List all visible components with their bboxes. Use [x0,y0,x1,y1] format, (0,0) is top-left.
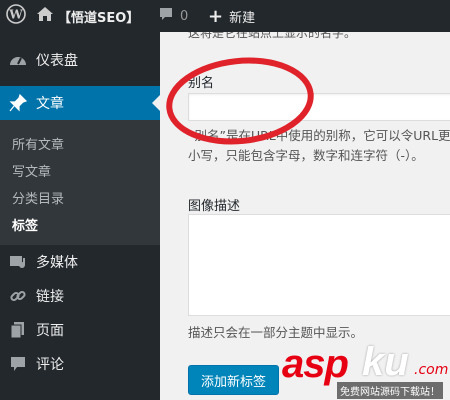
comments-count: 0 [180,8,189,24]
name-field-description: 这将是它在站点上显示的名字。 [188,32,357,40]
watermark-tagline: 免费网站源码下载站！ [337,382,443,399]
speech-bubble-icon [158,6,174,26]
submenu-all-posts[interactable]: 所有文章 [12,134,64,153]
watermark-asp: asp [282,342,349,386]
pin-icon [8,94,28,112]
menu-item-posts[interactable]: 文章 [0,86,160,120]
slug-description-line-2: 小写，只能包含字母，数字和连字符（-）。 [188,148,424,163]
admin-sidebar: 仪表盘 文章 所有文章 写文章 分类目录 标签 多媒体 链接 页面 评论 [0,32,160,400]
watermark-logo: asp ku .com 免费网站源码下载站！ [282,340,450,400]
description-textarea[interactable] [188,214,450,316]
submenu-categories[interactable]: 分类目录 [12,188,64,207]
plus-icon: + [208,5,224,27]
menu-item-pages[interactable]: 页面 [0,313,160,347]
menu-item-media[interactable]: 多媒体 [0,245,160,279]
comments-button[interactable]: 0 [158,0,188,32]
submenu-new-post[interactable]: 写文章 [12,161,51,180]
comment-icon [8,356,28,372]
dashboard-icon [8,52,28,68]
current-menu-arrow [152,95,160,111]
link-icon [8,287,28,305]
menu-item-label: 链接 [36,289,64,305]
menu-item-comments[interactable]: 评论 [0,347,160,381]
menu-item-label: 仪表盘 [36,53,78,69]
new-content-button[interactable]: + 新建 [208,0,255,32]
site-name-link[interactable]: 【悟道SEO】 [36,0,139,32]
slug-label: 别名 [188,76,215,91]
wordpress-logo-button[interactable]: W [0,0,32,32]
media-icon [8,254,28,270]
slug-input[interactable] [188,93,450,121]
menu-item-label: 多媒体 [36,255,78,271]
menu-item-label: 页面 [36,323,64,339]
new-label: 新建 [229,10,256,26]
menu-item-label: 文章 [36,96,64,112]
menu-item-label: 评论 [36,357,64,373]
posts-submenu: 所有文章 写文章 分类目录 标签 [0,120,160,245]
menu-item-dashboard[interactable]: 仪表盘 [0,43,160,77]
submenu-tags[interactable]: 标签 [12,215,38,234]
add-new-tag-button[interactable]: 添加新标签 [188,365,280,395]
house-icon [36,6,54,26]
svg-text:W: W [8,8,23,22]
description-label: 图像描述 [188,199,241,214]
menu-item-links[interactable]: 链接 [0,279,160,313]
wordpress-icon: W [6,4,26,28]
watermark-com: .com [414,362,449,378]
page-icon [8,321,28,339]
description-help: 描述只会在一部分主题中显示。 [188,325,364,340]
admin-bar: W 【悟道SEO】 0 + 新建 [0,0,450,32]
site-name: 【悟道SEO】 [58,10,140,26]
slug-description-line-1: “别名”是在URL中使用的别称，它可以令URL更 [188,128,450,143]
watermark-ku: ku [362,340,409,384]
